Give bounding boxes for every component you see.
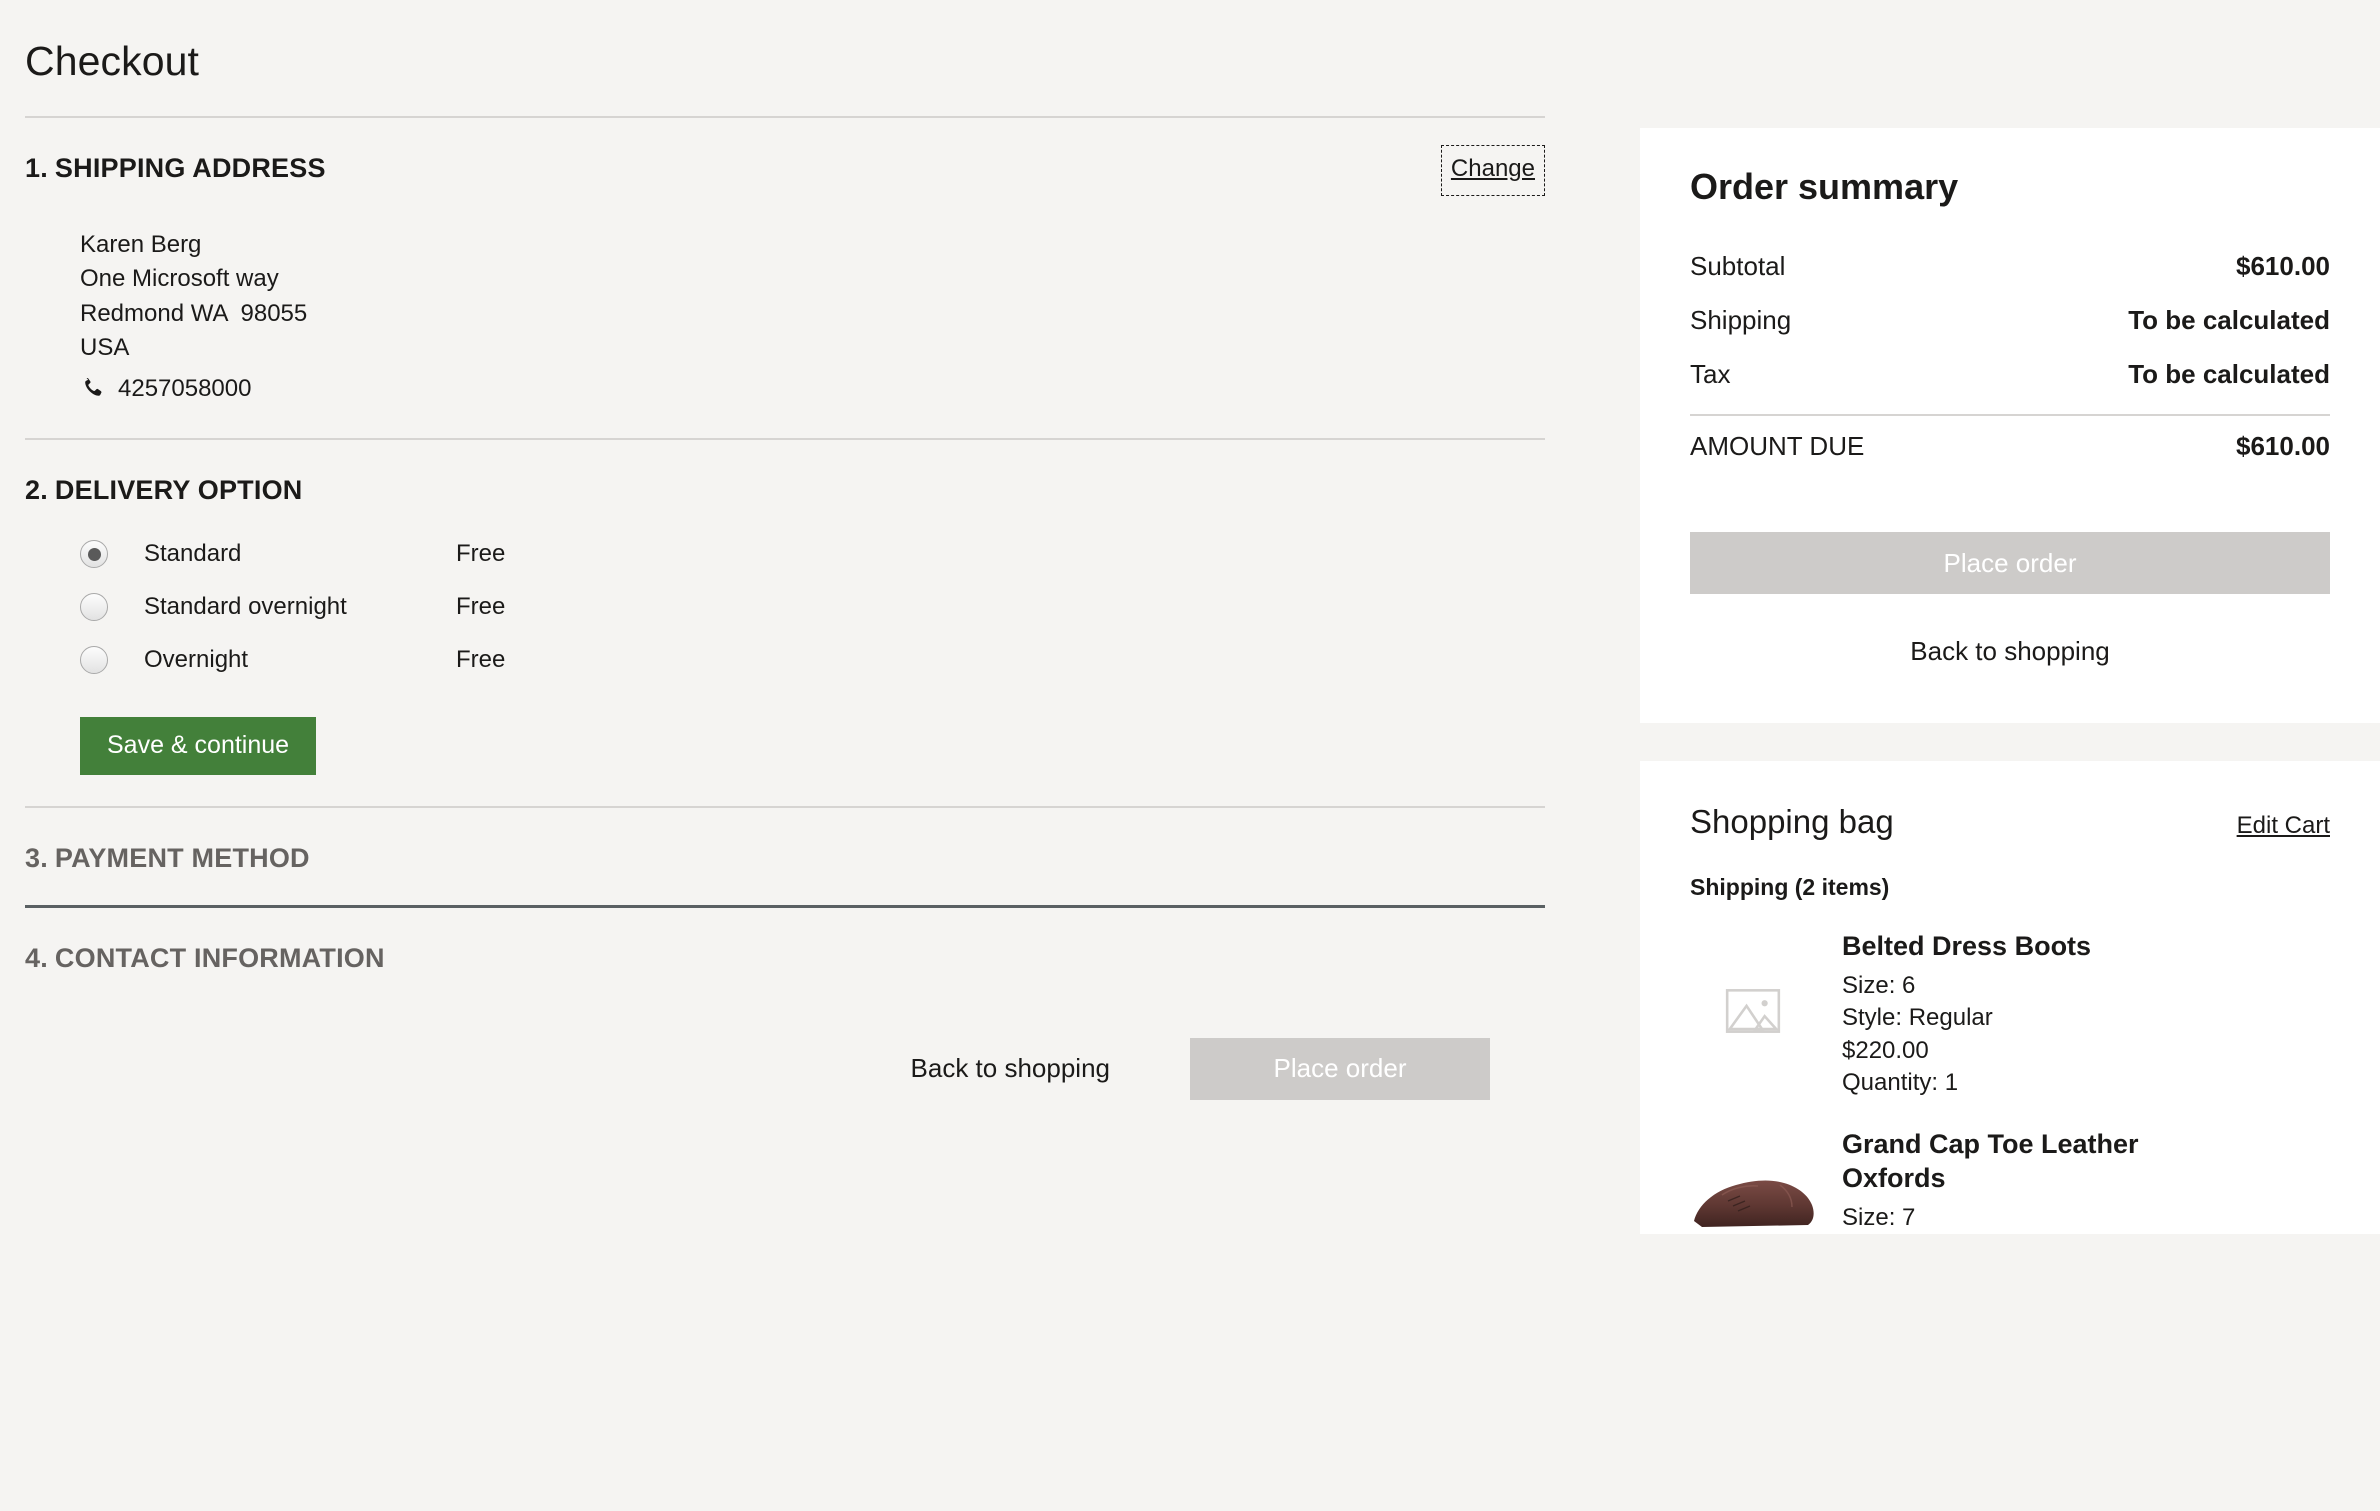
bag-item[interactable]: Belted Dress Boots Size: 6 Style: Regula…	[1690, 901, 2330, 1099]
contact-information-header: 4. CONTACT INFORMATION	[25, 908, 1545, 974]
order-summary-row-subtotal: Subtotal $610.00	[1690, 242, 2330, 296]
shipping-label: Shipping	[1690, 305, 1792, 335]
shopping-bag-title: Shopping bag	[1690, 803, 1894, 840]
order-summary-row-shipping: Shipping To be calculated	[1690, 296, 2330, 350]
contact-information-step-number: 4.	[25, 942, 48, 973]
order-summary-card: Order summary Subtotal $610.00 Shipping …	[1640, 128, 2380, 723]
tax-value: To be calculated	[2128, 359, 2330, 389]
section-payment-method: 3. PAYMENT METHOD	[0, 808, 1600, 874]
delivery-option-price: Free	[456, 646, 506, 674]
delivery-option-title: 2. DELIVERY OPTION	[25, 475, 302, 506]
bag-item-info: Belted Dress Boots Size: 6 Style: Regula…	[1842, 928, 2091, 1099]
address-name: Karen Berg	[80, 231, 202, 258]
payment-method-step-number: 3.	[25, 842, 48, 873]
image-placeholder-icon	[1722, 980, 1784, 1047]
section-delivery-option: 2. DELIVERY OPTION Standard Free Standard…	[0, 440, 1600, 775]
save-and-continue-button[interactable]: Save & continue	[80, 716, 317, 775]
address-city-state-zip: Redmond WA 98055	[80, 299, 308, 327]
shopping-bag-card: Shopping bag Edit Cart Shipping (2 items…	[1640, 761, 2380, 1235]
shopping-bag-header: Shopping bag Edit Cart	[1690, 803, 2330, 841]
address-phone-number: 4257058000	[118, 375, 252, 403]
summary-back-to-shopping-button[interactable]: Back to shopping	[1690, 594, 2330, 667]
bag-item-name: Belted Dress Boots	[1842, 931, 2092, 961]
checkout-side-column: Order summary Subtotal $610.00 Shipping …	[1600, 0, 2380, 1235]
contact-information-title: 4. CONTACT INFORMATION	[25, 943, 385, 974]
shopping-bag-group-label: Shipping (2 items)	[1690, 874, 1890, 900]
bag-item-thumbnail	[1690, 1126, 1816, 1234]
bag-item-style: Style: Regular	[1842, 1004, 1993, 1032]
delivery-option-row[interactable]: Overnight Free	[80, 634, 1545, 687]
address-street: One Microsoft way	[80, 265, 279, 293]
shipping-address-header: 1. SHIPPING ADDRESS Change	[25, 118, 1545, 196]
delivery-option-price: Free	[456, 540, 506, 568]
back-to-shopping-button[interactable]: Back to shopping	[911, 1053, 1110, 1084]
bag-item[interactable]: Grand Cap Toe Leather Oxfords Size: 7	[1690, 1099, 2330, 1234]
payment-method-header: 3. PAYMENT METHOD	[25, 808, 1545, 874]
section-shipping-address: 1. SHIPPING ADDRESS Change Karen Berg One…	[0, 118, 1600, 407]
delivery-option-row[interactable]: Standard overnight Free	[80, 581, 1545, 634]
order-summary-divider	[1690, 414, 2330, 416]
bag-item-price: $220.00	[1842, 1036, 1929, 1064]
shipping-address-title: 1. SHIPPING ADDRESS	[25, 153, 326, 184]
delivery-options-list: Standard Free Standard overnight Free Ov…	[25, 506, 1545, 687]
bag-item-thumbnail	[1690, 928, 1816, 1099]
radio-standard[interactable]	[80, 540, 108, 569]
bag-item-info: Grand Cap Toe Leather Oxfords Size: 7	[1842, 1126, 2162, 1234]
oxford-shoe-photo	[1688, 1155, 1818, 1234]
bag-item-quantity: Quantity: 1	[1842, 1068, 1959, 1096]
order-summary-row-tax: Tax To be calculated	[1690, 350, 2330, 404]
radio-overnight[interactable]	[80, 646, 108, 675]
phone-icon	[80, 376, 104, 402]
contact-information-title-text: CONTACT INFORMATION	[54, 942, 385, 973]
shipping-address-title-text: SHIPPING ADDRESS	[54, 153, 326, 183]
payment-method-title-text: PAYMENT METHOD	[54, 842, 310, 873]
subtotal-label: Subtotal	[1690, 251, 1786, 281]
delivery-option-header: 2. DELIVERY OPTION	[25, 440, 1545, 506]
address-phone-row: 4257058000	[80, 372, 1545, 406]
bottom-action-row: Back to shopping Place order	[25, 974, 1545, 1100]
order-summary-title: Order summary	[1690, 166, 1959, 207]
summary-place-order-button[interactable]: Place order	[1690, 532, 2330, 594]
delivery-option-step-number: 2.	[25, 474, 48, 505]
page-title: Checkout	[25, 38, 200, 84]
delivery-option-row[interactable]: Standard Free	[80, 528, 1545, 581]
change-address-button[interactable]: Change	[1440, 145, 1545, 196]
subtotal-value: $610.00	[2236, 251, 2330, 281]
shipping-value: To be calculated	[2128, 305, 2330, 335]
tax-label: Tax	[1690, 359, 1731, 389]
shipping-address-block: Karen Berg One Microsoft way Redmond WA …	[25, 196, 1545, 407]
checkout-main-column: Checkout 1. SHIPPING ADDRESS Change Karen…	[0, 0, 1600, 1100]
delivery-option-label: Standard	[144, 540, 242, 568]
address-country: USA	[80, 333, 130, 361]
section-contact-information: 4. CONTACT INFORMATION Back to shopping P…	[0, 908, 1600, 1100]
bag-item-size: Size: 7	[1842, 1203, 1916, 1231]
bag-item-size: Size: 6	[1842, 971, 1916, 999]
delivery-option-label: Standard overnight	[144, 593, 347, 621]
order-summary-actions: Place order Back to shopping	[1690, 476, 2330, 667]
radio-standard-overnight[interactable]	[80, 593, 108, 622]
bag-item-name: Grand Cap Toe Leather Oxfords	[1842, 1129, 2139, 1194]
order-summary-row-amount-due: AMOUNT DUE $610.00	[1690, 422, 2330, 476]
delivery-option-title-text: DELIVERY OPTION	[54, 474, 303, 505]
amount-due-value: $610.00	[2236, 431, 2330, 461]
place-order-button[interactable]: Place order	[1190, 1037, 1490, 1100]
delivery-option-label: Overnight	[144, 646, 249, 674]
amount-due-label: AMOUNT DUE	[1690, 431, 1865, 461]
payment-method-title: 3. PAYMENT METHOD	[25, 843, 310, 874]
shipping-address-step-number: 1.	[25, 153, 48, 183]
edit-cart-button[interactable]: Edit Cart	[2237, 812, 2330, 840]
delivery-option-price: Free	[456, 593, 506, 621]
checkout-page: Checkout 1. SHIPPING ADDRESS Change Karen…	[0, 0, 2380, 1511]
